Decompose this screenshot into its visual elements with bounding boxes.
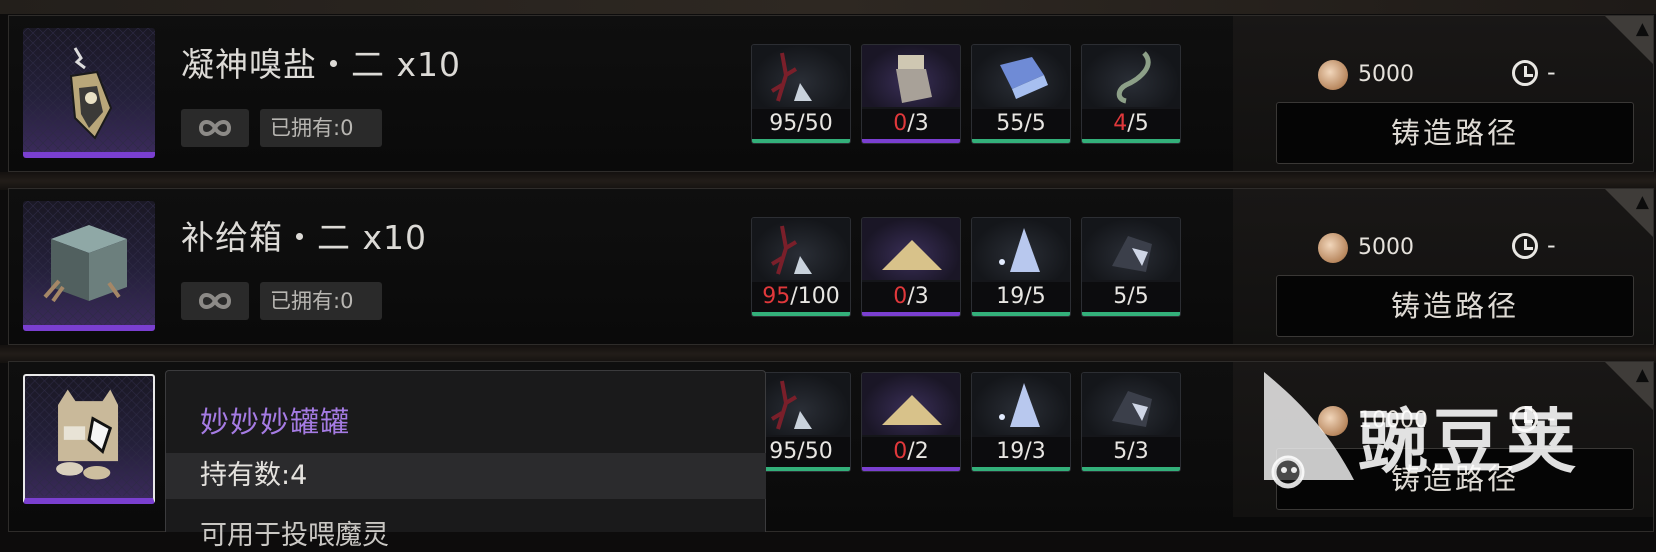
material-vial-icon [862, 45, 960, 107]
material-slot[interactable]: 95/100 [751, 217, 851, 317]
owned-count: 已拥有:0 [260, 282, 382, 320]
rarity-bar [862, 467, 960, 471]
infinity-icon [198, 120, 232, 136]
forge-panel: 5000 - 铸造路径 ▲ [1233, 16, 1653, 171]
item-icon-supply-box[interactable] [23, 201, 155, 331]
forge-panel: 10000 - 铸造路径 ▲ [1233, 362, 1653, 517]
infinity-icon [198, 293, 232, 309]
material-ice-shard-icon [972, 218, 1070, 280]
rarity-bar [752, 467, 850, 471]
tooltip-item-name: 妙妙妙罐罐 [200, 405, 351, 439]
material-quantity: 95/50 [752, 437, 850, 467]
forge-path-button[interactable]: 铸造路径 [1276, 275, 1634, 337]
forge-panel: 5000 - 铸造路径 ▲ [1233, 189, 1653, 344]
material-quantity: 5/5 [1082, 282, 1180, 312]
material-quantity: 0/2 [862, 437, 960, 467]
material-quantity: 19/5 [972, 282, 1070, 312]
pin-icon[interactable]: ▲ [1636, 192, 1649, 212]
coin-cost: 10000 [1358, 408, 1428, 433]
coin-cost: 5000 [1358, 62, 1414, 87]
forge-path-button[interactable]: 铸造路径 [1276, 448, 1634, 510]
material-quantity: 19/3 [972, 437, 1070, 467]
material-crystal-tube-icon [972, 45, 1070, 107]
material-slot[interactable]: 5/3 [1081, 372, 1181, 472]
craft-time: - [1547, 58, 1556, 86]
item-title: 补给箱・二 x10 [181, 218, 428, 257]
craft-time: - [1547, 404, 1556, 432]
material-slot[interactable]: 4/5 [1081, 44, 1181, 144]
material-quantity: 4/5 [1082, 109, 1180, 139]
craft-time: - [1547, 231, 1556, 259]
rarity-bar [972, 467, 1070, 471]
rarity-bar [752, 312, 850, 316]
material-slot[interactable]: 0/2 [861, 372, 961, 472]
material-hook-icon [1082, 45, 1180, 107]
material-slot[interactable]: 19/5 [971, 217, 1071, 317]
infinite-badge [181, 282, 249, 320]
material-thorn-icon [752, 45, 850, 107]
tooltip-hold-count: 持有数:4 [166, 453, 766, 499]
material-dark-crystal-icon [1082, 218, 1180, 280]
recipe-row-1[interactable]: 凝神嗅盐・二 x10 已拥有:0 95/50 0/3 55/5 4/5 5000… [8, 15, 1654, 172]
material-dark-crystal-icon [1082, 373, 1180, 435]
clock-icon [1512, 406, 1538, 432]
rarity-bar [972, 312, 1070, 316]
material-thorn-icon [752, 373, 850, 435]
material-slot[interactable]: 95/50 [751, 44, 851, 144]
material-slot[interactable]: 95/50 [751, 372, 851, 472]
coin-icon [1318, 233, 1348, 263]
coin-cost: 5000 [1358, 235, 1414, 260]
material-slot[interactable]: 5/5 [1081, 217, 1181, 317]
rarity-bar [1082, 312, 1180, 316]
coin-icon [1318, 406, 1348, 436]
material-quantity: 5/3 [1082, 437, 1180, 467]
material-quantity: 95/50 [752, 109, 850, 139]
supply-box-icon [23, 201, 155, 325]
coin-icon [1318, 60, 1348, 90]
material-slot[interactable]: 19/3 [971, 372, 1071, 472]
material-quantity: 0/3 [862, 109, 960, 139]
material-slot[interactable]: 0/3 [861, 217, 961, 317]
owned-count: 已拥有:0 [260, 109, 382, 147]
rarity-bar [862, 312, 960, 316]
rarity-bar [862, 139, 960, 143]
material-slot[interactable]: 55/5 [971, 44, 1071, 144]
rarity-bar [1082, 467, 1180, 471]
item-icon-smelling-salt[interactable] [23, 28, 155, 158]
smelling-salt-icon [23, 28, 155, 152]
pin-icon[interactable]: ▲ [1636, 365, 1649, 385]
clock-icon [1512, 60, 1538, 86]
top-edge-strip [0, 0, 1656, 14]
material-quantity: 0/3 [862, 282, 960, 312]
material-slot[interactable]: 0/3 [861, 44, 961, 144]
material-quantity: 55/5 [972, 109, 1070, 139]
item-icon-cat-food[interactable] [23, 374, 155, 504]
recipe-row-2[interactable]: 补给箱・二 x10 已拥有:0 95/100 0/3 19/5 5/5 5000… [8, 188, 1654, 345]
clock-icon [1512, 233, 1538, 259]
item-title: 凝神嗅盐・二 x10 [181, 45, 462, 84]
tooltip-description: 可用于投喂魔灵 [200, 520, 389, 551]
pin-icon[interactable]: ▲ [1636, 19, 1649, 39]
rarity-bar [972, 139, 1070, 143]
material-ice-shard-icon [972, 373, 1070, 435]
infinite-badge [181, 109, 249, 147]
material-thorn-icon [752, 218, 850, 280]
rarity-bar [752, 139, 850, 143]
material-quantity: 95/100 [752, 282, 850, 312]
material-sand-pile-icon [862, 218, 960, 280]
cat-food-can-icon [25, 376, 153, 496]
rarity-bar [1082, 139, 1180, 143]
material-sand-pile-icon [862, 373, 960, 435]
item-tooltip: 妙妙妙罐罐 持有数:4 可用于投喂魔灵 [165, 370, 766, 551]
forge-path-button[interactable]: 铸造路径 [1276, 102, 1634, 164]
